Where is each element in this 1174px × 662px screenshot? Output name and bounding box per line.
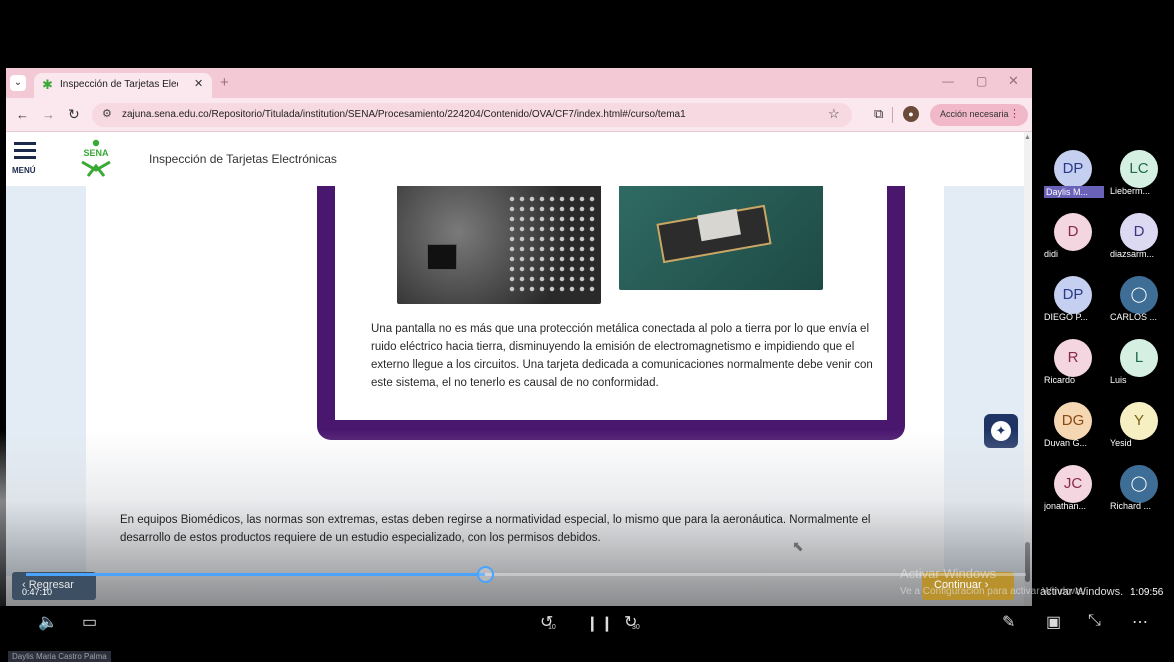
info-card-body: Una pantalla no es más que una protecció… — [335, 162, 887, 420]
participant-name: Lieberm... — [1110, 186, 1151, 196]
exit-fullscreen-icon[interactable]: ⤡ — [1088, 612, 1101, 630]
more-options-icon[interactable]: ⋯ — [1132, 612, 1148, 632]
hamburger-icon — [14, 142, 36, 145]
skip-back-seconds: 10 — [548, 624, 556, 631]
total-time: 1:09:56 — [1130, 587, 1164, 598]
tab-search-button[interactable]: ⌄ — [10, 75, 26, 91]
address-bar[interactable]: ⚙ zajuna.sena.edu.co/Repositorio/Titulad… — [92, 103, 852, 127]
info-card: Una pantalla no es más que una protecció… — [317, 162, 905, 440]
chip-shape — [427, 244, 457, 270]
participant-name: CARLOS ... — [1110, 312, 1158, 322]
hamburger-icon-line — [14, 149, 36, 152]
volume-icon[interactable]: 🔈 — [38, 612, 58, 632]
action-required-button[interactable]: Acción necesaria ⋮ — [930, 104, 1028, 126]
participant-name: Yesid — [1110, 438, 1132, 448]
pen-icon[interactable]: ✎ — [1002, 612, 1015, 632]
participant-avatar: D — [1120, 213, 1158, 251]
participant-name: Daylis M... — [1044, 186, 1104, 198]
tab-title: Inspección de Tarjetas Electróni — [60, 79, 178, 90]
participant-avatar: LC — [1120, 150, 1158, 188]
participant-tile[interactable]: ◯ Richard ... — [1106, 455, 1170, 517]
participant-avatar: DP — [1054, 150, 1092, 188]
participant-tile[interactable]: Ddiazsarm... — [1106, 203, 1170, 265]
tab-bar: ⌄ ✱ Inspección de Tarjetas Electróni ✕ +… — [6, 68, 1032, 98]
circuit-board-photo — [397, 184, 601, 304]
participant-name: didi — [1044, 249, 1059, 259]
bga-dots — [507, 194, 597, 294]
participant-name: jonathan... — [1044, 501, 1087, 511]
more-menu-icon[interactable]: ⋮ — [1009, 107, 1020, 120]
participant-tile[interactable]: DP DIEGO P... — [1040, 266, 1104, 328]
participant-tile[interactable]: Ddidi — [1040, 203, 1104, 265]
participant-avatar: JC — [1054, 465, 1092, 503]
participant-avatar: DG — [1054, 402, 1092, 440]
scroll-up-icon[interactable]: ▲ — [1024, 134, 1031, 141]
url-text: zajuna.sena.edu.co/Repositorio/Titulada/… — [122, 109, 686, 120]
participant-tile[interactable]: JC jonathan... — [1040, 455, 1104, 517]
minimize-button[interactable]: — — [942, 74, 954, 88]
card-paragraph: Una pantalla no es más que una protecció… — [371, 323, 873, 389]
participant-name: Richard ... — [1110, 501, 1152, 511]
page-header: MENÚ SENA Inspección de Tarjetas Electró… — [6, 132, 1024, 186]
reload-button[interactable]: ↻ — [68, 106, 80, 123]
site-info-icon[interactable]: ⚙ — [102, 107, 112, 120]
maximize-button[interactable]: ▢ — [976, 74, 987, 88]
player-controls: 🔈 ▭ ↺ 10 ❙❙ ↻ 30 ✎ ▣ ⤡ ⋯ — [0, 606, 1174, 644]
participant-tile[interactable]: ◯ CARLOS ... — [1106, 266, 1170, 328]
presenter-name: Daylis Maria Castro Palma — [8, 651, 111, 662]
participant-name: diazsarm... — [1110, 249, 1155, 259]
pause-icon[interactable]: ❙❙ — [586, 614, 615, 632]
new-tab-button[interactable]: + — [220, 74, 229, 91]
toolbar-divider — [892, 107, 893, 123]
participant-tile[interactable]: L Luis — [1106, 329, 1170, 391]
seek-bar-progress — [26, 573, 485, 576]
windows-activation-hint-tail: activar Windows. — [1040, 586, 1124, 598]
participant-avatar: Y — [1120, 402, 1158, 440]
sena-favicon-icon: ✱ — [42, 77, 53, 92]
menu-label: MENÚ — [12, 166, 36, 175]
participant-avatar: R — [1054, 339, 1092, 377]
hamburger-icon-line — [14, 156, 36, 159]
participant-avatar: D — [1054, 213, 1092, 251]
participant-avatar: L — [1120, 339, 1158, 377]
person-icon: ◯ — [1120, 465, 1158, 503]
captions-icon[interactable]: ▭ — [82, 612, 97, 632]
close-window-button[interactable]: ✕ — [1008, 73, 1019, 89]
participant-name: DIEGO P... — [1044, 312, 1088, 322]
browser-tab[interactable]: ✱ Inspección de Tarjetas Electróni ✕ — [34, 73, 212, 98]
bookmark-star-icon[interactable]: ☆ — [828, 106, 840, 122]
forward-button[interactable]: → — [42, 107, 55, 122]
page-title: Inspección de Tarjetas Electrónicas — [149, 152, 337, 166]
picture-in-picture-icon[interactable]: ▣ — [1046, 612, 1061, 632]
participant-tile[interactable]: DP Daylis M... — [1040, 140, 1104, 202]
participant-tile[interactable]: Y Yesid — [1106, 392, 1170, 454]
profile-avatar[interactable]: ● — [903, 106, 919, 122]
participant-name: Luis — [1110, 375, 1127, 385]
sena-logo-mark — [81, 160, 111, 177]
sena-logo-head — [92, 139, 100, 147]
participant-name: Ricardo — [1044, 375, 1076, 385]
caption-text: En equipos Biomédicos, las normas son ex… — [120, 514, 871, 544]
action-required-label: Acción necesaria — [940, 109, 1009, 119]
participant-tile[interactable]: DG Duvan G... — [1040, 392, 1104, 454]
sena-logo-text: SENA — [83, 148, 109, 158]
sena-logo: SENA — [81, 139, 111, 177]
participant-tile[interactable]: R Ricardo — [1040, 329, 1104, 391]
skip-forward-seconds: 30 — [632, 624, 640, 631]
extensions-icon[interactable]: ⧉ — [874, 106, 883, 122]
screen: ⌄ ✱ Inspección de Tarjetas Electróni ✕ +… — [0, 0, 1174, 662]
participants-grid: DP Daylis M... LC Lieberm... Ddidi Ddiazsarm.… — [1040, 140, 1174, 560]
participant-tile[interactable]: LC Lieberm... — [1106, 140, 1170, 202]
participant-name: Duvan G... — [1044, 438, 1088, 448]
current-time: 0:47:10 — [22, 587, 53, 597]
rf-module-photo — [619, 184, 823, 290]
seek-bar[interactable] — [26, 566, 1026, 583]
browser-toolbar: ← → ↻ ⚙ zajuna.sena.edu.co/Repositorio/T… — [6, 98, 1032, 132]
menu-button[interactable]: MENÚ — [12, 140, 40, 175]
participant-avatar: DP — [1054, 276, 1092, 314]
close-tab-icon[interactable]: ✕ — [194, 77, 203, 90]
back-button[interactable]: ← — [16, 107, 29, 122]
person-icon: ◯ — [1120, 276, 1158, 314]
seek-handle[interactable] — [476, 566, 494, 583]
